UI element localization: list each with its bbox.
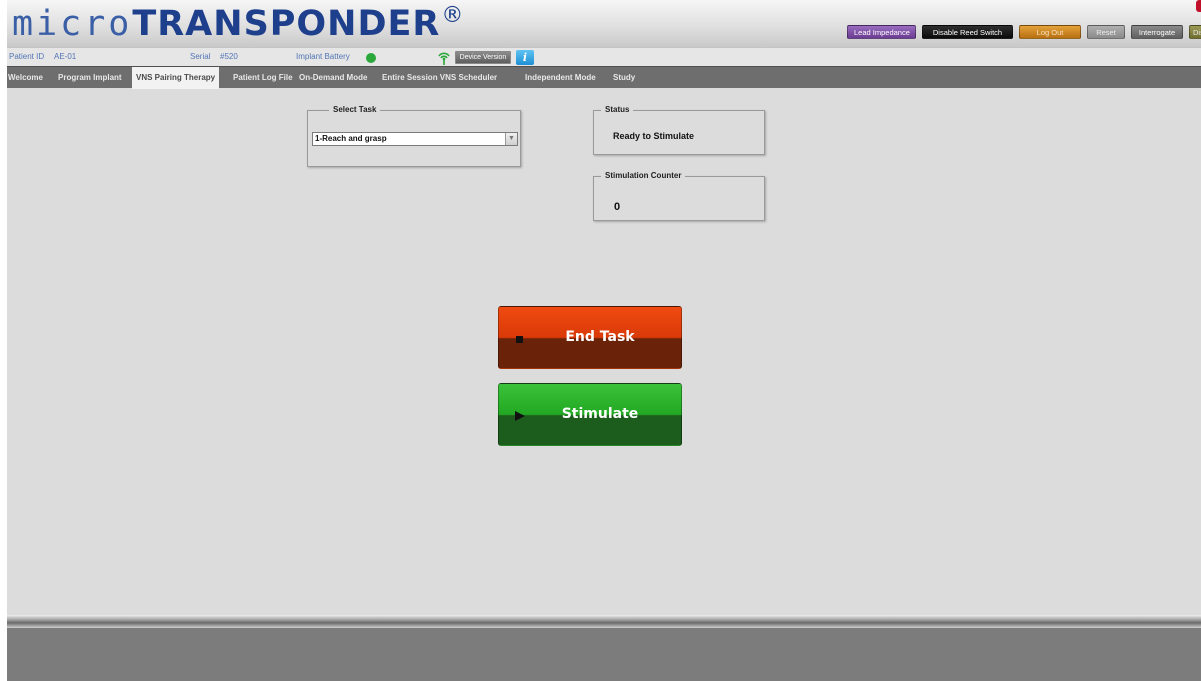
log-out-button[interactable]: Log Out [1019, 25, 1081, 39]
bottom-panel [7, 628, 1201, 681]
tab-study[interactable]: Study [613, 67, 635, 88]
chevron-down-icon[interactable]: ▼ [505, 133, 517, 145]
tab-entire-session-vns-scheduler[interactable]: Entire Session VNS Scheduler [382, 67, 497, 88]
disconnect-button[interactable]: Disconne [1189, 25, 1201, 39]
microtransponder-logo: micro TRANSPONDER ® [12, 3, 464, 45]
serial-label: Serial [190, 52, 211, 61]
antenna-signal-icon [438, 52, 450, 65]
info-icon[interactable]: i [516, 50, 534, 65]
tab-welcome[interactable]: Welcome [8, 67, 43, 88]
end-task-label: End Task [565, 329, 635, 345]
implant-battery-label: Implant Battery [296, 52, 350, 61]
tab-patient-log-file[interactable]: Patient Log File [233, 67, 293, 88]
serial-value: #520 [220, 52, 238, 61]
top-toolbar: Lead Impedance Disable Reed Switch Log O… [847, 25, 1201, 39]
end-task-button[interactable]: End Task [498, 306, 682, 369]
select-task-group: Select Task 1-Reach and grasp ▼ [307, 105, 521, 167]
patient-id-value: AE-01 [54, 52, 77, 61]
stimulation-counter-group: Stimulation Counter 0 [593, 171, 765, 221]
tab-program-implant[interactable]: Program Implant [58, 67, 122, 88]
select-task-legend: Select Task [329, 105, 381, 114]
header: micro TRANSPONDER ® Lead Impedance Disab… [7, 0, 1201, 47]
status-value: Ready to Stimulate [613, 131, 695, 141]
stimulate-button[interactable]: Stimulate [498, 383, 682, 446]
stimulation-counter-value: 0 [614, 201, 621, 213]
tab-on-demand-mode[interactable]: On-Demand Mode [299, 67, 367, 88]
stimulate-label: Stimulate [561, 406, 639, 422]
logo-brand-text: TRANSPONDER [132, 4, 441, 44]
logo-registered-mark: ® [441, 3, 464, 28]
lead-impedance-button[interactable]: Lead Impedance [847, 25, 916, 39]
task-select-dropdown[interactable]: 1-Reach and grasp ▼ [312, 132, 518, 146]
app-window: micro TRANSPONDER ® Lead Impedance Disab… [7, 0, 1201, 681]
patient-info-bar: Patient ID AE-01 Serial #520 Implant Bat… [7, 47, 1201, 66]
tab-independent-mode[interactable]: Independent Mode [525, 67, 596, 88]
stimulation-counter-legend: Stimulation Counter [601, 171, 686, 180]
task-select-value: 1-Reach and grasp [315, 134, 387, 143]
status-legend: Status [601, 105, 634, 114]
logo-micro-text: micro [12, 4, 133, 44]
tab-bar: Welcome Program Implant VNS Pairing Ther… [7, 66, 1201, 89]
interrogate-button[interactable]: Interrogate [1131, 25, 1183, 39]
patient-id-label: Patient ID [9, 52, 45, 61]
battery-status-icon [366, 53, 376, 63]
disable-reed-switch-button[interactable]: Disable Reed Switch [922, 25, 1013, 39]
tab-vns-pairing-therapy[interactable]: VNS Pairing Therapy [132, 67, 220, 89]
close-indicator-icon[interactable] [1196, 0, 1201, 12]
device-version-button[interactable]: Device Version [455, 51, 511, 64]
status-group: Status Ready to Stimulate [593, 105, 765, 155]
reset-button[interactable]: Reset [1087, 25, 1125, 39]
bottom-divider [7, 615, 1201, 628]
